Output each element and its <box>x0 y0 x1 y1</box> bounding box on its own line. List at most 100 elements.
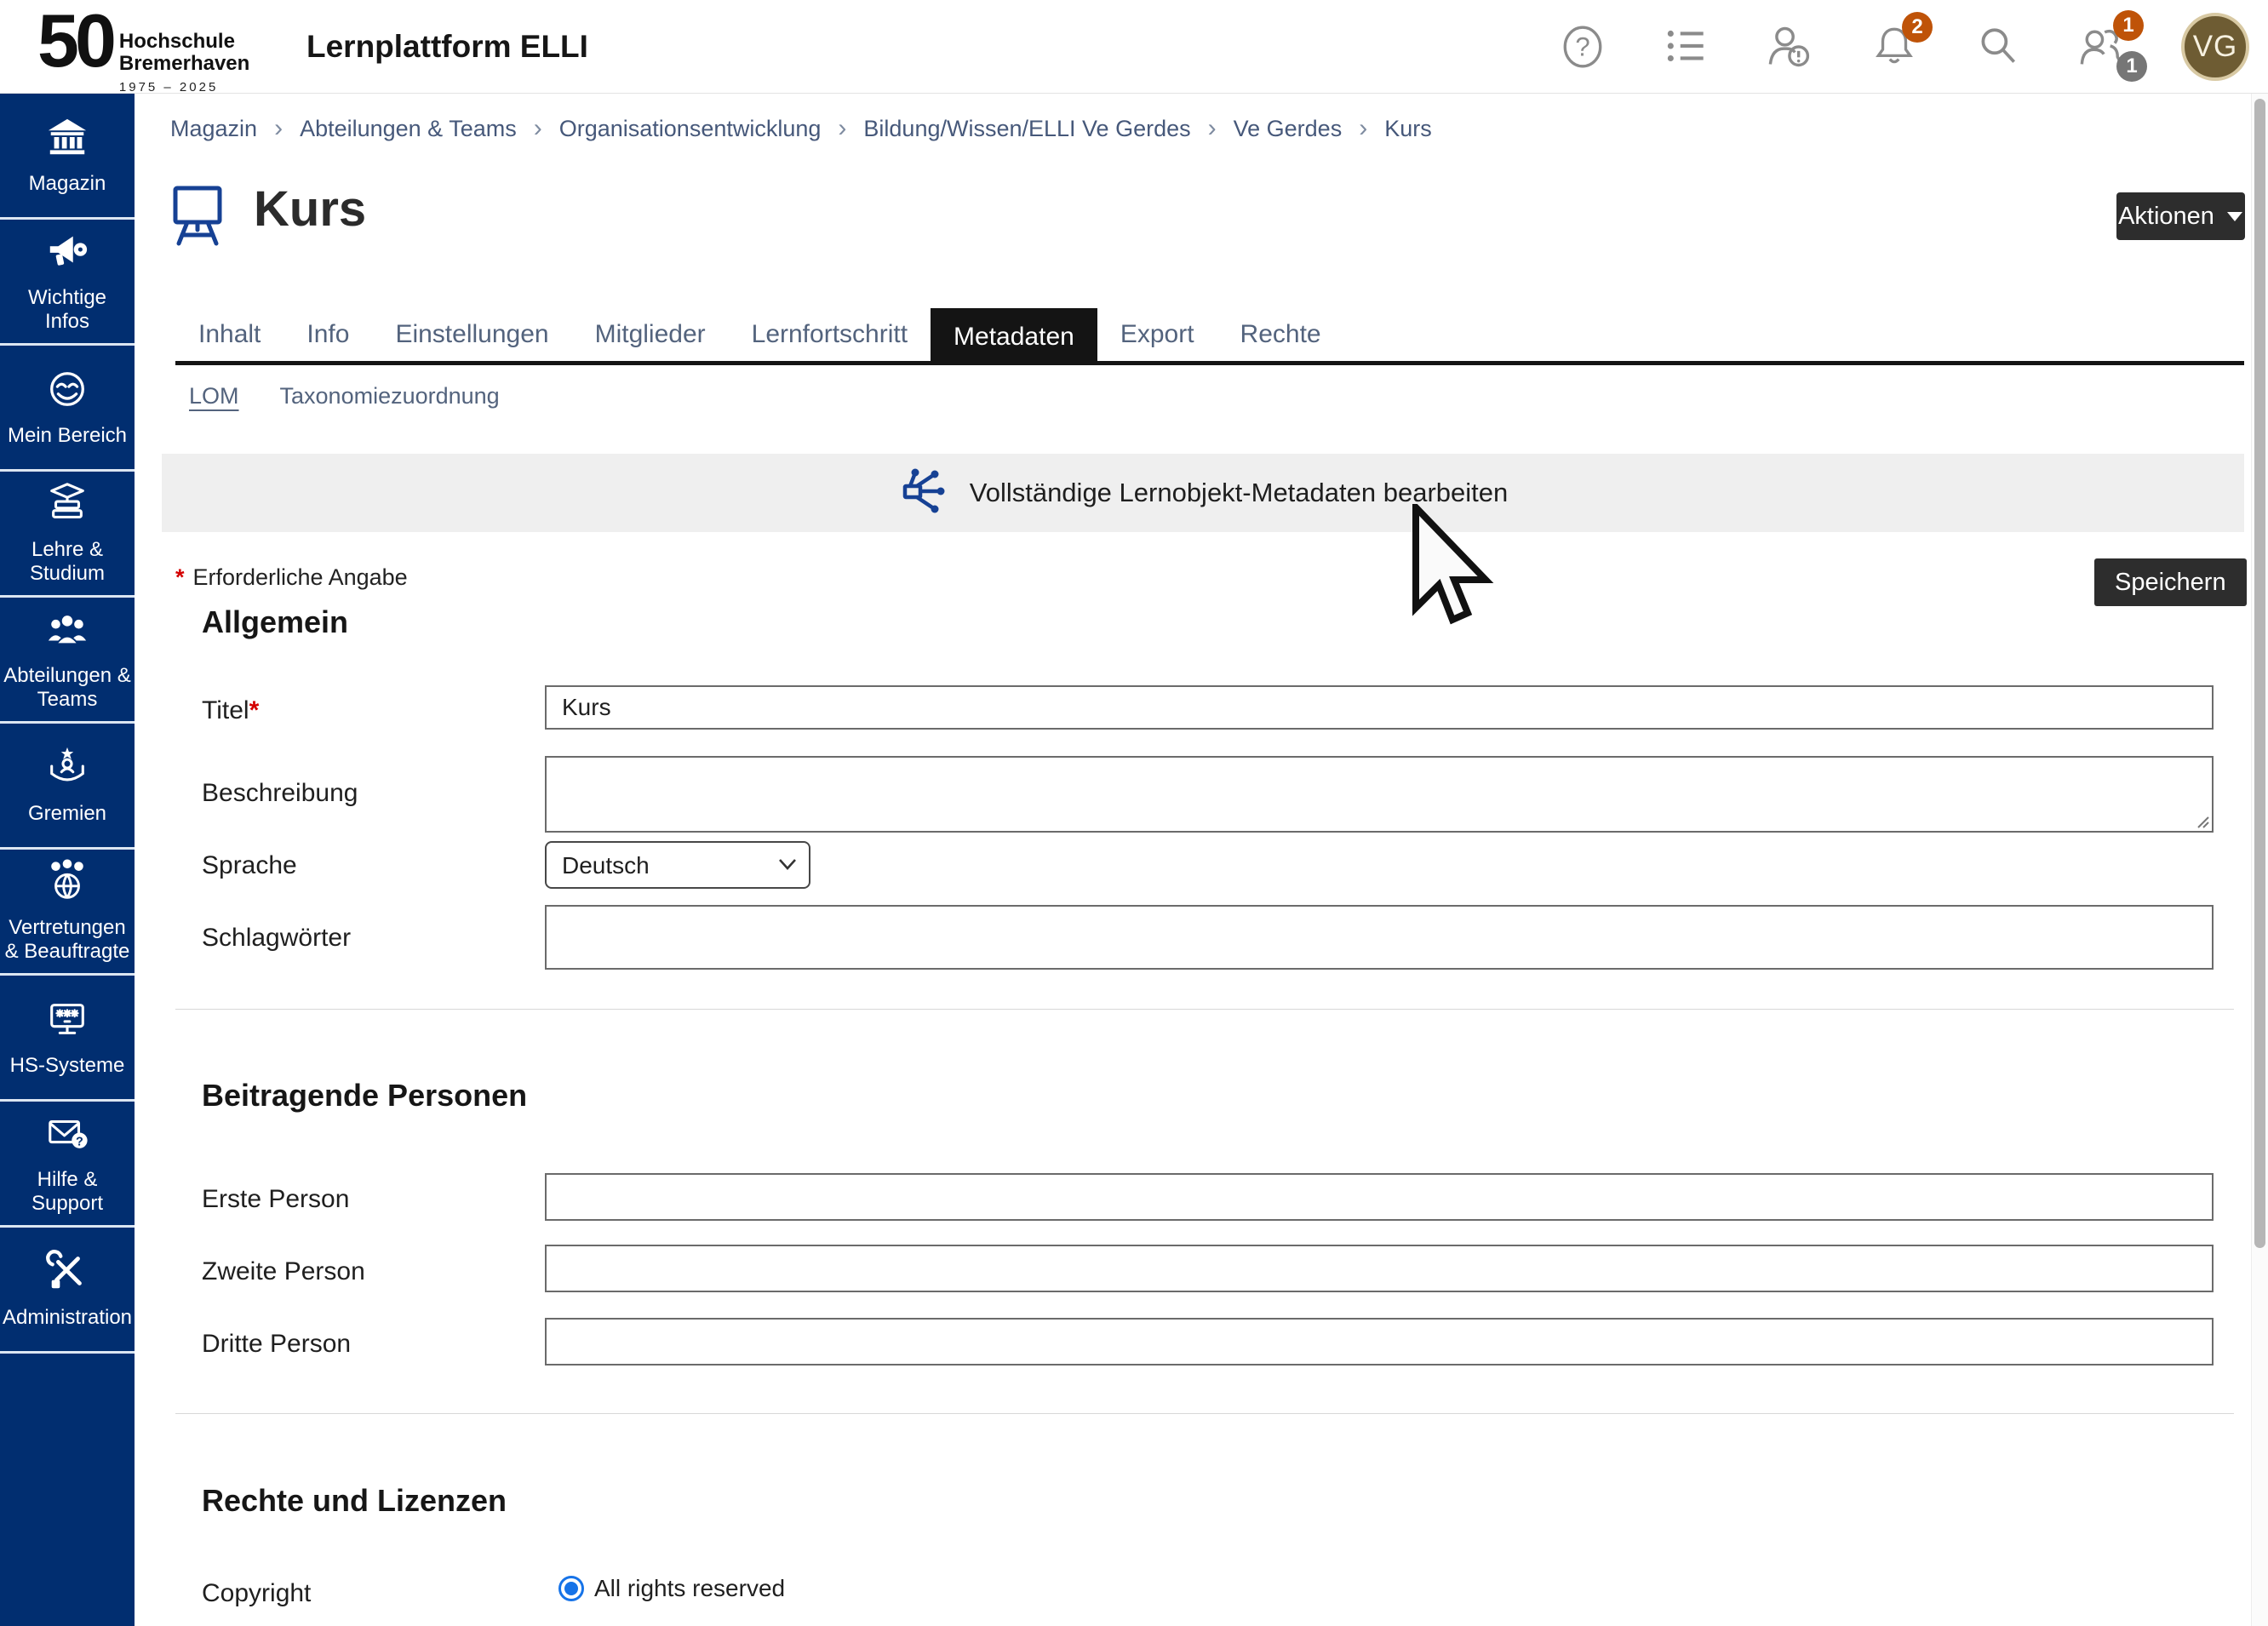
tab-lernfortschritt[interactable]: Lernfortschritt <box>729 308 931 361</box>
subtab-lom[interactable]: LOM <box>189 383 239 409</box>
sidebar-item-vertretungen[interactable]: Vertretungen & Beauftragte <box>0 850 135 976</box>
sidebar-item-label: HS-Systeme <box>7 1054 129 1078</box>
sprache-label: Sprache <box>202 851 297 880</box>
sidebar-item-label: Vertretungen & Beauftragte <box>0 916 135 965</box>
main-sidebar: Magazin Wichtige Infos Mein Bereich <box>0 94 135 1626</box>
breadcrumb-item[interactable]: Bildung/Wissen/ELLI Ve Gerdes <box>863 116 1190 142</box>
contacts-badge-top: 1 <box>2113 10 2144 41</box>
tab-metadaten[interactable]: Metadaten <box>931 308 1097 365</box>
breadcrumb: Magazin › Abteilungen & Teams › Organisa… <box>170 114 1432 143</box>
logo-line2: Bremerhaven <box>119 52 249 75</box>
copyright-radio-label: All rights reserved <box>594 1575 785 1602</box>
section-divider <box>175 1413 2234 1414</box>
copyright-radio[interactable] <box>558 1576 584 1601</box>
edit-full-metadata-banner[interactable]: Vollständige Lernobjekt-Metadaten bearbe… <box>162 454 2244 532</box>
sidebar-item-magazin[interactable]: Magazin <box>0 94 135 220</box>
required-note: * Erforderliche Angabe <box>175 564 408 591</box>
sidebar-item-label: Gremien <box>25 802 110 826</box>
beschreibung-textarea[interactable] <box>545 756 2214 833</box>
required-note-text: Erforderliche Angabe <box>193 564 408 590</box>
copyright-radio-row: All rights reserved <box>558 1575 785 1602</box>
tab-info[interactable]: Info <box>284 308 372 361</box>
section-divider <box>175 1009 2234 1010</box>
sidebar-item-wichtige-infos[interactable]: Wichtige Infos <box>0 220 135 346</box>
bank-icon <box>44 115 90 163</box>
sidebar-item-gremien[interactable]: Gremien <box>0 724 135 850</box>
breadcrumb-item[interactable]: Magazin <box>170 116 257 142</box>
tab-rechte[interactable]: Rechte <box>1217 308 1344 361</box>
course-board-icon <box>170 184 225 251</box>
sidebar-item-label: Wichtige Infos <box>0 286 135 335</box>
logo-line1: Hochschule <box>119 30 235 53</box>
dritte-person-input[interactable] <box>545 1318 2214 1365</box>
schlagwoerter-input[interactable] <box>545 905 2214 970</box>
megaphone-icon <box>44 229 90 278</box>
tab-inhalt[interactable]: Inhalt <box>175 308 284 361</box>
user-status-icon[interactable] <box>1766 22 1815 72</box>
required-asterisk: * <box>175 564 185 590</box>
sidebar-item-label: Lehre & Studium <box>0 538 135 587</box>
header-icon-bar: ? 2 <box>1558 0 2249 94</box>
app-title: Lernplattform ELLI <box>306 0 588 94</box>
actions-button[interactable]: Aktionen <box>2116 192 2245 240</box>
metadata-hub-icon <box>898 467 948 520</box>
titel-input[interactable] <box>545 685 2214 730</box>
edit-full-metadata-label: Vollständige Lernobjekt-Metadaten bearbe… <box>970 478 1509 508</box>
sidebar-item-hilfe-support[interactable]: ? Hilfe & Support <box>0 1102 135 1228</box>
people-icon <box>44 607 90 656</box>
scrollbar-thumb[interactable] <box>2254 99 2265 1248</box>
committee-icon <box>44 745 90 793</box>
top-header: 50 Hochschule Bremerhaven 1975 – 2025 Le… <box>0 0 2268 94</box>
sidebar-item-hs-systeme[interactable]: HS-Systeme <box>0 976 135 1102</box>
chevron-right-icon: › <box>274 114 283 143</box>
breadcrumb-item[interactable]: Ve Gerdes <box>1234 116 1343 142</box>
tab-mitglieder[interactable]: Mitglieder <box>572 308 729 361</box>
books-icon <box>44 481 90 530</box>
vertical-scrollbar[interactable] <box>2251 94 2268 1626</box>
page-title: Kurs <box>254 180 366 238</box>
chevron-right-icon: › <box>838 114 846 143</box>
logo-50: 50 <box>37 5 112 77</box>
sidebar-item-abteilungen-teams[interactable]: Abteilungen & Teams <box>0 598 135 724</box>
globe-people-icon <box>44 859 90 907</box>
sprache-select[interactable]: Deutsch <box>545 841 810 889</box>
caret-down-icon <box>2226 210 2243 222</box>
svg-text:?: ? <box>1575 31 1589 61</box>
sidebar-item-lehre-studium[interactable]: Lehre & Studium <box>0 472 135 598</box>
notifications-bell-icon[interactable]: 2 <box>1870 22 1919 72</box>
sidebar-item-mein-bereich[interactable]: Mein Bereich <box>0 346 135 472</box>
help-icon[interactable]: ? <box>1558 22 1607 72</box>
breadcrumb-item[interactable]: Organisationsentwicklung <box>559 116 822 142</box>
breadcrumb-item[interactable]: Kurs <box>1384 116 1432 142</box>
tab-einstellungen[interactable]: Einstellungen <box>372 308 571 361</box>
actions-button-label: Aktionen <box>2118 203 2214 231</box>
monitor-icon <box>44 997 90 1045</box>
tab-bar: Inhalt Info Einstellungen Mitglieder Ler… <box>175 308 1344 365</box>
subtab-bar: LOM Taxonomiezuordnung <box>189 383 500 409</box>
chevron-right-icon: › <box>534 114 542 143</box>
section-heading-rechte: Rechte und Lizenzen <box>202 1483 507 1519</box>
sidebar-item-administration[interactable]: Administration <box>0 1228 135 1354</box>
beschreibung-label: Beschreibung <box>202 779 358 808</box>
section-heading-beitragende: Beitragende Personen <box>202 1078 527 1114</box>
zweite-person-input[interactable] <box>545 1245 2214 1292</box>
todo-list-icon[interactable] <box>1662 22 1711 72</box>
avatar[interactable]: VG <box>2181 13 2249 81</box>
search-icon[interactable] <box>1973 22 2023 72</box>
titel-label-text: Titel <box>202 696 249 724</box>
sidebar-item-label: Administration <box>0 1306 135 1330</box>
subtab-taxonomiezuordnung[interactable]: Taxonomiezuordnung <box>280 383 500 409</box>
breadcrumb-item[interactable]: Abteilungen & Teams <box>300 116 517 142</box>
chevron-right-icon: › <box>1208 114 1217 143</box>
notifications-badge: 2 <box>1902 12 1933 43</box>
university-logo[interactable]: 50 Hochschule Bremerhaven 1975 – 2025 <box>37 5 249 94</box>
tools-icon <box>44 1249 90 1297</box>
erste-person-input[interactable] <box>545 1173 2214 1221</box>
erste-person-label: Erste Person <box>202 1185 349 1214</box>
sidebar-item-label: Magazin <box>26 172 110 196</box>
sidebar-item-label: Hilfe & Support <box>0 1168 135 1217</box>
dritte-person-label: Dritte Person <box>202 1330 351 1359</box>
contacts-icon[interactable]: 1 1 <box>2077 22 2127 72</box>
tab-export[interactable]: Export <box>1097 308 1217 361</box>
save-button[interactable]: Speichern <box>2094 558 2247 606</box>
